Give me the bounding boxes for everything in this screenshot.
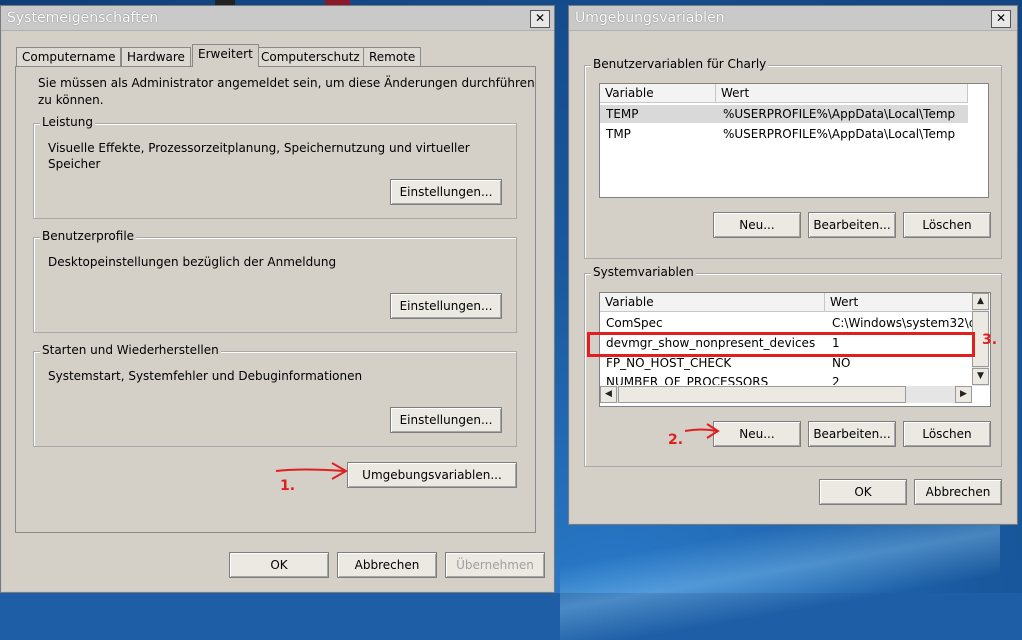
profiles-settings-button[interactable]: Einstellungen... xyxy=(390,293,502,319)
tab-remote[interactable]: Remote xyxy=(363,47,422,66)
environment-variables-button[interactable]: Umgebungsvariablen... xyxy=(347,462,517,488)
system-new-button[interactable]: Neu... xyxy=(713,421,801,447)
user-variables-list[interactable]: Variable Wert TEMP %USERPROFILE%\AppData… xyxy=(599,83,989,198)
list-item[interactable]: TMP %USERPROFILE%\AppData\Local\Temp xyxy=(600,125,988,143)
variable-value: %USERPROFILE%\AppData\Local\Temp xyxy=(723,127,956,141)
group-performance: Leistung Visuelle Effekte, Prozessorzeit… xyxy=(33,115,517,219)
window-title: Systemeigenschaften xyxy=(7,10,159,26)
step-3-label: 3. xyxy=(982,332,998,348)
step-1-label: 1. xyxy=(280,478,296,494)
group-user-variables: Benutzervariablen für Charly Variable We… xyxy=(584,57,1002,259)
scroll-left-icon[interactable]: ◀ xyxy=(600,386,617,403)
close-button[interactable]: ✕ xyxy=(530,10,550,28)
variable-name: TEMP xyxy=(606,107,639,121)
variable-value: 2 xyxy=(832,375,840,385)
group-description: Systemstart, Systemfehler und Debuginfor… xyxy=(48,369,363,383)
group-label: Starten und Wiederherstellen xyxy=(40,343,221,357)
user-new-button[interactable]: Neu... xyxy=(713,212,801,238)
user-edit-button[interactable]: Bearbeiten... xyxy=(808,212,896,238)
user-delete-button[interactable]: Löschen xyxy=(903,212,991,238)
cancel-button[interactable]: Abbrechen xyxy=(914,479,1002,505)
tab-computerschutz[interactable]: Computerschutz xyxy=(255,47,366,66)
group-profiles: Benutzerprofile Desktopeinstellungen bez… xyxy=(33,229,517,333)
step-2-label: 2. xyxy=(668,432,684,448)
scroll-up-icon[interactable]: ▲ xyxy=(972,293,989,310)
group-label: Leistung xyxy=(40,115,95,129)
ok-button[interactable]: OK xyxy=(229,552,329,578)
window-title: Umgebungsvariablen xyxy=(575,10,725,26)
list-item[interactable]: TEMP %USERPROFILE%\AppData\Local\Temp xyxy=(600,105,988,123)
column-header-value[interactable]: Wert xyxy=(716,84,968,103)
scroll-down-icon[interactable]: ▼ xyxy=(972,368,989,385)
group-description: Desktopeinstellungen bezüglich der Anmel… xyxy=(48,255,337,269)
startup-settings-button[interactable]: Einstellungen... xyxy=(390,407,502,433)
variable-name: TMP xyxy=(606,127,631,141)
highlight-box xyxy=(587,332,975,357)
group-label: Benutzervariablen für Charly xyxy=(591,57,769,71)
apply-button[interactable]: Übernehmen xyxy=(445,552,545,578)
tab-erweitert[interactable]: Erweitert xyxy=(192,44,259,67)
admin-note: Sie müssen als Administrator angemeldet … xyxy=(38,76,535,107)
system-edit-button[interactable]: Bearbeiten... xyxy=(808,421,896,447)
column-header-variable[interactable]: Variable xyxy=(600,84,716,103)
variable-name: ComSpec xyxy=(606,316,663,330)
group-description: Visuelle Effekte, Prozessorzeitplanung, … xyxy=(48,141,470,171)
system-delete-button[interactable]: Löschen xyxy=(903,421,991,447)
list-item[interactable]: NUMBER_OF_PROCESSORS 2 xyxy=(600,373,972,385)
list-item[interactable]: ComSpec C:\Windows\system32\c xyxy=(600,314,976,332)
group-startup: Starten und Wiederherstellen Systemstart… xyxy=(33,343,517,447)
group-system-variables: Systemvariablen Variable Wert ComSpec C:… xyxy=(584,265,1002,467)
close-button[interactable]: ✕ xyxy=(991,10,1011,28)
tab-hardware[interactable]: Hardware xyxy=(121,47,191,66)
column-header-variable[interactable]: Variable xyxy=(600,293,825,312)
arrow-annotation-2 xyxy=(684,423,720,439)
group-label: Systemvariablen xyxy=(591,265,696,279)
ok-button[interactable]: OK xyxy=(819,479,907,505)
environment-variables-window: Umgebungsvariablen ✕ Benutzervariablen f… xyxy=(568,5,1018,525)
scroll-right-icon[interactable]: ▶ xyxy=(955,386,972,403)
tab-computername[interactable]: Computername xyxy=(16,47,122,66)
title-bar: Systemeigenschaften ✕ xyxy=(1,6,554,31)
group-label: Benutzerprofile xyxy=(40,229,137,243)
variable-value: C:\Windows\system32\c xyxy=(832,316,976,330)
horizontal-scroll-thumb[interactable] xyxy=(618,386,906,403)
performance-settings-button[interactable]: Einstellungen... xyxy=(390,179,502,205)
cancel-button[interactable]: Abbrechen xyxy=(337,552,437,578)
title-bar: Umgebungsvariablen ✕ xyxy=(569,6,1017,31)
system-properties-window: Systemeigenschaften ✕ Computername Hardw… xyxy=(0,5,555,593)
column-header-value[interactable]: Wert xyxy=(825,293,973,312)
variable-name: NUMBER_OF_PROCESSORS xyxy=(606,375,769,385)
variable-value: %USERPROFILE%\AppData\Local\Temp xyxy=(723,107,956,121)
